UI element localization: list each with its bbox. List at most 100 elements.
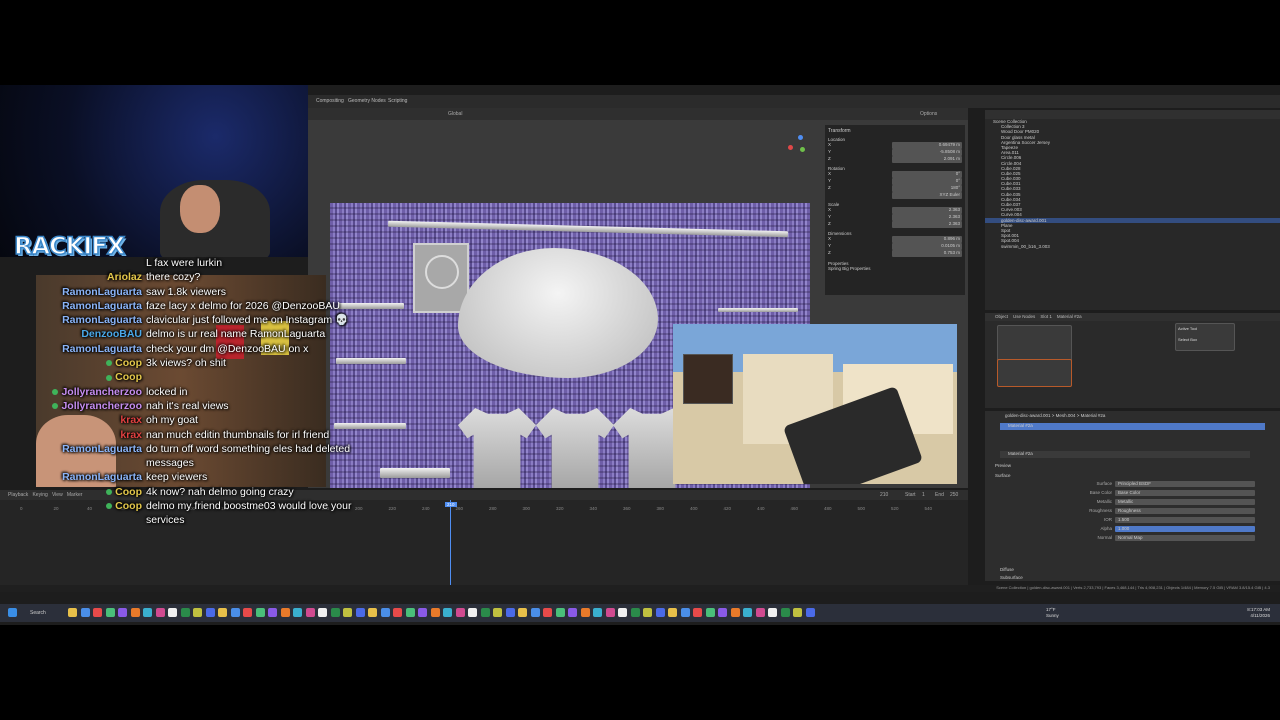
rotation-mode-select[interactable]: XYZ Euler xyxy=(892,192,962,199)
dimension-y-field[interactable]: 0.0105 m xyxy=(892,243,962,250)
weather-widget[interactable]: 17°F Sunny xyxy=(1046,607,1059,619)
property-value-field[interactable]: Roughness xyxy=(1115,508,1255,514)
taskbar-app-icon[interactable] xyxy=(568,608,577,617)
taskbar-app-icon[interactable] xyxy=(168,608,177,617)
chat-username[interactable]: Jollyrancherzoo xyxy=(40,385,146,399)
taskbar-app-icon[interactable] xyxy=(105,608,115,617)
taskbar-app-icon[interactable] xyxy=(618,608,627,617)
options-menu[interactable]: Options xyxy=(920,111,937,117)
taskbar-app-icon[interactable] xyxy=(205,608,215,617)
chat-username[interactable]: RamonLaguarta xyxy=(40,470,146,484)
outliner-item[interactable]: swimmin_00_b16_3.003 xyxy=(985,244,1280,249)
rotation-y-field[interactable]: 0° xyxy=(892,178,962,185)
dimension-x-field[interactable]: 0.896 m xyxy=(892,236,962,243)
chat-username[interactable]: RamonLaguarta xyxy=(40,285,146,299)
scale-y-field[interactable]: 2.363 xyxy=(892,214,962,221)
location-y-field[interactable]: -5.8508 m xyxy=(892,149,962,156)
chat-username[interactable]: RamonLaguarta xyxy=(40,342,146,356)
playhead-frame-label[interactable]: 210 xyxy=(445,502,457,507)
spring-properties-section[interactable]: Spring Big Properties xyxy=(828,266,962,271)
taskbar-app-icon[interactable] xyxy=(780,608,790,617)
property-value-field[interactable]: Base Color xyxy=(1115,490,1255,496)
taskbar-app-icon[interactable] xyxy=(430,608,440,617)
transform-orientation-select[interactable]: Global xyxy=(448,111,462,117)
taskbar-app-icon[interactable] xyxy=(380,608,390,617)
taskbar-app-icon[interactable] xyxy=(755,608,765,617)
property-value-field[interactable]: Metallic xyxy=(1115,499,1255,505)
taskbar-app-icon[interactable] xyxy=(768,608,777,617)
taskbar-app-icon[interactable] xyxy=(505,608,515,617)
z-axis-icon[interactable] xyxy=(798,135,803,140)
taskbar-app-icon[interactable] xyxy=(393,608,402,617)
taskbar-app-icon[interactable] xyxy=(143,608,152,617)
chat-username[interactable]: Coop xyxy=(40,370,146,384)
taskbar-app-icon[interactable] xyxy=(518,608,527,617)
taskbar-app-icon[interactable] xyxy=(743,608,752,617)
use-nodes-toggle[interactable]: Use Nodes xyxy=(1013,314,1035,319)
taskbar-app-icon[interactable] xyxy=(793,608,802,617)
taskbar-app-icon[interactable] xyxy=(730,608,740,617)
workspace-tab-geometry-nodes[interactable]: Geometry Nodes xyxy=(348,98,386,104)
chat-username[interactable]: Coop xyxy=(40,485,146,499)
properties-editor[interactable]: golden-disc-award.001 > Mesh.004 > Mater… xyxy=(985,411,1280,581)
taskbar-app-icon[interactable] xyxy=(130,608,140,617)
chat-username[interactable]: krax xyxy=(40,428,146,442)
start-icon[interactable] xyxy=(8,608,17,617)
x-axis-icon[interactable] xyxy=(788,145,793,150)
taskbar-app-icon[interactable] xyxy=(343,608,352,617)
current-frame-field[interactable]: 210 xyxy=(880,490,888,500)
material-slot-item[interactable]: Material #2a xyxy=(1000,423,1265,430)
chat-username[interactable]: RamonLaguarta xyxy=(40,313,146,327)
taskbar-app-icon[interactable] xyxy=(543,608,552,617)
taskbar-app-icon[interactable] xyxy=(255,608,265,617)
slot-select[interactable]: Slot 1 xyxy=(1040,314,1052,319)
chat-username[interactable]: Ariolaz xyxy=(40,270,146,284)
taskbar-app-icon[interactable] xyxy=(530,608,540,617)
material-select[interactable]: Material #2a xyxy=(1057,314,1082,319)
workspace-tab-scripting[interactable]: Scripting xyxy=(388,98,407,104)
location-z-field[interactable]: 2.091 m xyxy=(892,156,962,163)
rotation-z-field[interactable]: 180° xyxy=(892,185,962,192)
system-clock[interactable]: 8:17:03 AM 4/11/2026 xyxy=(1247,607,1270,619)
chat-username[interactable]: RamonLaguarta xyxy=(40,299,146,313)
material-name-field[interactable]: Material #2a xyxy=(1000,451,1250,458)
taskbar-app-icon[interactable] xyxy=(305,608,315,617)
taskbar-app-icon[interactable] xyxy=(368,608,377,617)
object-select[interactable]: Object xyxy=(995,314,1008,319)
taskbar-app-icon[interactable] xyxy=(405,608,415,617)
active-tool-panel[interactable]: Active Tool Select Box xyxy=(1175,323,1235,351)
property-value-field[interactable]: 1.500 xyxy=(1115,517,1255,523)
shader-editor[interactable]: Object Use Nodes Slot 1 Material #2a Act… xyxy=(985,313,1280,408)
disc-award-frame[interactable] xyxy=(413,243,469,313)
property-value-field[interactable]: Principled BSDF xyxy=(1115,481,1255,487)
navigation-gizmo[interactable] xyxy=(786,133,816,163)
taskbar-app-icon[interactable] xyxy=(668,608,677,617)
taskbar-app-icon[interactable] xyxy=(593,608,602,617)
taskbar-app-icon[interactable] xyxy=(355,608,365,617)
taskbar-app-icon[interactable] xyxy=(268,608,277,617)
taskbar-app-icon[interactable] xyxy=(280,608,290,617)
taskbar-app-icon[interactable] xyxy=(643,608,652,617)
taskbar-app-icon[interactable] xyxy=(243,608,252,617)
taskbar-app-icon[interactable] xyxy=(218,608,227,617)
select-box-tool[interactable]: Select Box xyxy=(1178,337,1232,342)
dimension-z-field[interactable]: 0.753 m xyxy=(892,250,962,257)
taskbar-app-icon[interactable] xyxy=(330,608,340,617)
chat-username[interactable]: Coop xyxy=(40,356,146,370)
outliner[interactable]: Scene Collection Collection 3 Wood Door P… xyxy=(985,110,1280,310)
taskbar-app-icon[interactable] xyxy=(605,608,615,617)
taskbar-app-icon[interactable] xyxy=(455,608,465,617)
taskbar-app-icon[interactable] xyxy=(805,608,815,617)
scale-x-field[interactable]: 2.363 xyxy=(892,207,962,214)
taskbar-app-icon[interactable] xyxy=(93,608,102,617)
rotation-x-field[interactable]: 0° xyxy=(892,171,962,178)
chat-username[interactable]: krax xyxy=(40,413,146,427)
taskbar-app-icon[interactable] xyxy=(155,608,165,617)
subsurface-section[interactable]: Subsurface xyxy=(1000,575,1023,580)
taskbar-app-icon[interactable] xyxy=(655,608,665,617)
chat-username[interactable]: DenzooBAU xyxy=(40,327,146,341)
start-frame-field[interactable]: 1 xyxy=(922,490,925,500)
surface-section[interactable]: Surface xyxy=(995,473,1011,478)
taskbar-app-icon[interactable] xyxy=(193,608,202,617)
taskbar-app-icon[interactable] xyxy=(493,608,502,617)
